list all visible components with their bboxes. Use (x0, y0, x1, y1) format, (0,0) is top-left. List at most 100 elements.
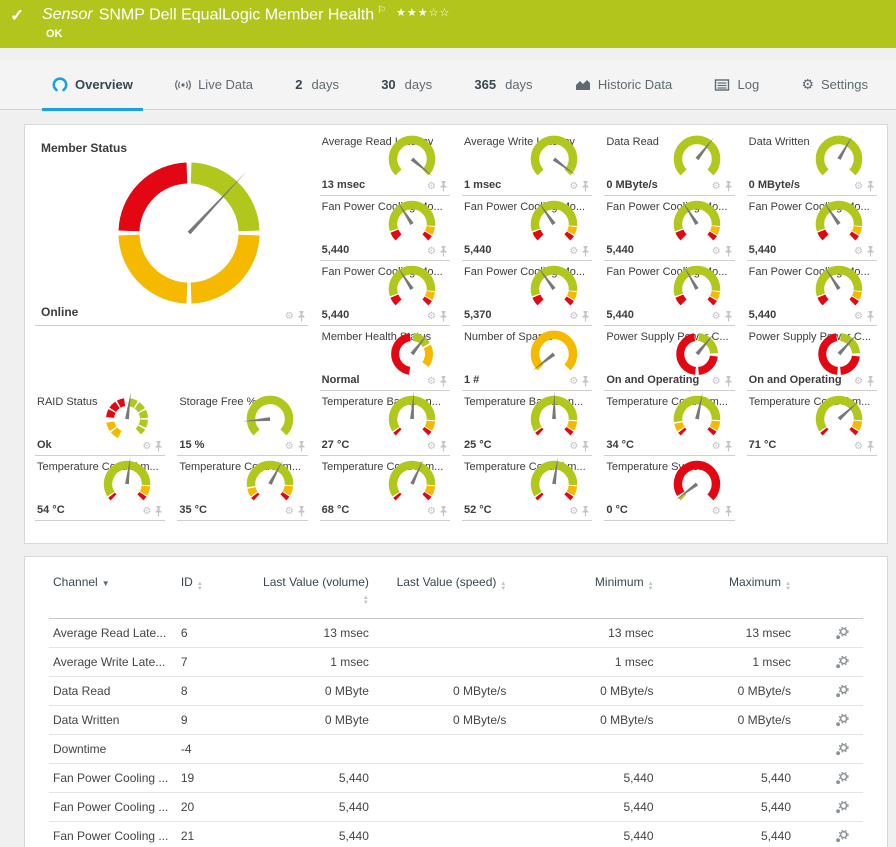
pin-icon[interactable] (866, 376, 875, 387)
tab-30-days[interactable]: 30days (371, 60, 442, 109)
pin-icon[interactable] (439, 441, 448, 452)
gear-icon[interactable]: ⚙ (712, 182, 721, 192)
pin-icon[interactable] (581, 506, 590, 517)
tab-2-days[interactable]: 2days (285, 60, 349, 109)
cell-last-value-volume (255, 735, 373, 764)
column-header-last-value-speed[interactable]: Last Value (speed)▲▼ (373, 571, 510, 619)
pin-icon[interactable] (581, 311, 590, 322)
pin-icon[interactable] (581, 181, 590, 192)
pin-icon[interactable] (866, 246, 875, 257)
gear-icon[interactable]: ⚙ (854, 442, 863, 452)
gear-icon[interactable]: ⚙ (712, 507, 721, 517)
tab-365-days[interactable]: 365days (464, 60, 542, 109)
pin-icon[interactable] (297, 441, 306, 452)
gear-icon[interactable]: ⚙ (569, 312, 578, 322)
gauge-fan-power-cooling-mo (797, 261, 877, 317)
pin-icon[interactable] (866, 441, 875, 452)
gauge-cell-actions: ⚙ (712, 506, 733, 517)
tab-settings[interactable]: ⚙Settings (791, 60, 878, 109)
column-header-maximum[interactable]: Maximum▲▼ (658, 571, 795, 619)
flag-icon[interactable]: ⚐ (377, 5, 386, 16)
gear-icon[interactable]: ⚙ (854, 312, 863, 322)
pin-icon[interactable] (866, 311, 875, 322)
gear-icon[interactable]: ⚙ (427, 377, 436, 387)
gear-icon[interactable]: ⚙ (569, 377, 578, 387)
cell-last-value-volume: 5,440 (255, 822, 373, 847)
gauge-cell-actions: ⚙ (285, 506, 306, 517)
pin-icon[interactable] (724, 311, 733, 322)
gauge-value: Online (41, 305, 78, 319)
gear-icon[interactable]: ⚙ (854, 247, 863, 257)
gear-icon[interactable]: ⚙ (712, 377, 721, 387)
channel-settings-icon[interactable] (835, 627, 849, 640)
gear-icon[interactable]: ⚙ (712, 247, 721, 257)
tab-log[interactable]: Log (704, 60, 769, 109)
pin-icon[interactable] (724, 376, 733, 387)
overview-gauges-panel: Member StatusOnline⚙Average Read Latency… (24, 124, 888, 544)
column-header-minimum[interactable]: Minimum▲▼ (510, 571, 657, 619)
gauge-cell-temperature-control-m: Temperature Control m...71 °C⚙ (747, 391, 877, 456)
cell-maximum: 13 msec (658, 619, 795, 648)
pin-icon[interactable] (724, 181, 733, 192)
channel-table-panel: Channel▼ID▲▼Last Value (volume)▲▼Last Va… (24, 556, 888, 847)
column-header-channel[interactable]: Channel▼ (49, 571, 177, 619)
gear-icon[interactable]: ⚙ (569, 442, 578, 452)
gear-icon[interactable]: ⚙ (569, 507, 578, 517)
pin-icon[interactable] (154, 506, 163, 517)
channel-settings-icon[interactable] (835, 656, 849, 669)
gear-icon[interactable]: ⚙ (569, 247, 578, 257)
column-label: Last Value (speed) (397, 575, 497, 589)
pin-icon[interactable] (439, 311, 448, 322)
channel-settings-icon[interactable] (835, 714, 849, 727)
pin-icon[interactable] (866, 181, 875, 192)
pin-icon[interactable] (581, 441, 590, 452)
channel-settings-icon[interactable] (835, 772, 849, 785)
gear-icon[interactable]: ⚙ (854, 377, 863, 387)
tab-overview[interactable]: Overview (42, 60, 143, 109)
gear-icon[interactable]: ⚙ (427, 507, 436, 517)
channel-settings-icon[interactable] (835, 830, 849, 843)
gear-icon[interactable]: ⚙ (285, 442, 294, 452)
gear-icon[interactable]: ⚙ (569, 182, 578, 192)
pin-icon[interactable] (297, 506, 306, 517)
gear-icon[interactable]: ⚙ (285, 507, 294, 517)
priority-stars[interactable]: ★★★☆☆ (396, 7, 450, 19)
cell-last-value-volume: 0 MByte (255, 706, 373, 735)
pin-icon[interactable] (581, 376, 590, 387)
gear-icon[interactable]: ⚙ (854, 182, 863, 192)
gear-icon[interactable]: ⚙ (285, 312, 294, 322)
gauge-cell-fan-power-cooling-mo: Fan Power Cooling Mo...5,440⚙ (747, 196, 877, 261)
gear-icon[interactable]: ⚙ (427, 247, 436, 257)
tab-historic-data[interactable]: Historic Data (565, 60, 682, 109)
pin-icon[interactable] (724, 506, 733, 517)
gear-icon[interactable]: ⚙ (427, 312, 436, 322)
gear-icon[interactable]: ⚙ (142, 507, 151, 517)
pin-icon[interactable] (439, 181, 448, 192)
pin-icon[interactable] (581, 246, 590, 257)
pin-icon[interactable] (439, 246, 448, 257)
channel-settings-icon[interactable] (835, 743, 849, 756)
channel-settings-icon[interactable] (835, 801, 849, 814)
pin-icon[interactable] (297, 311, 306, 322)
tab-number: 30 (381, 77, 395, 92)
pin-icon[interactable] (439, 506, 448, 517)
gear-icon[interactable]: ⚙ (712, 442, 721, 452)
tab-live-data[interactable]: Live Data (165, 60, 263, 109)
gear-icon[interactable]: ⚙ (712, 312, 721, 322)
pin-icon[interactable] (724, 441, 733, 452)
pin-icon[interactable] (724, 246, 733, 257)
gauge-cell-actions: ⚙ (569, 376, 590, 387)
tab-bar: Overview Live Data 2days 30days 365days Histo… (0, 60, 896, 110)
column-header-last-value-volume[interactable]: Last Value (volume)▲▼ (255, 571, 373, 619)
pin-icon[interactable] (439, 376, 448, 387)
cell-maximum: 0 MByte/s (658, 677, 795, 706)
gauge-temperature-control-m (370, 456, 450, 512)
gear-icon[interactable]: ⚙ (427, 182, 436, 192)
column-header-id[interactable]: ID▲▼ (177, 571, 255, 619)
gauge-value: 0 MByte/s (749, 179, 800, 191)
pin-icon[interactable] (154, 441, 163, 452)
channel-settings-icon[interactable] (835, 685, 849, 698)
gear-icon[interactable]: ⚙ (142, 442, 151, 452)
gear-icon: ⚙ (801, 76, 814, 93)
gear-icon[interactable]: ⚙ (427, 442, 436, 452)
